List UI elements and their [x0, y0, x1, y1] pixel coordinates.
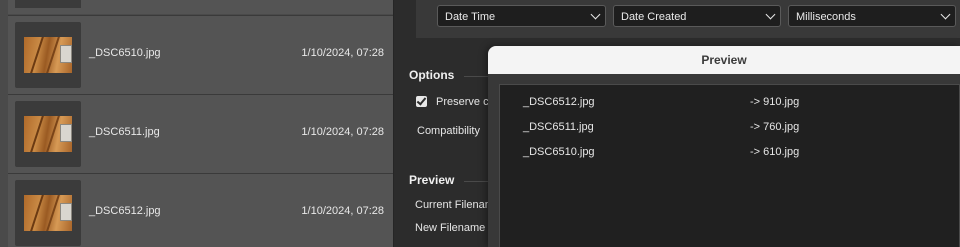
list-item[interactable]: _DSC6510.jpg 1/10/2024, 07:28 — [8, 15, 393, 94]
file-name: _DSC6511.jpg — [89, 126, 160, 138]
preserve-label: Preserve cu — [436, 96, 495, 108]
format-dropdown[interactable]: Date Time — [437, 5, 606, 27]
preview-original-name: _DSC6511.jpg — [523, 121, 594, 133]
chevron-down-icon — [765, 9, 776, 20]
preview-original-name: _DSC6512.jpg — [523, 96, 595, 108]
format-dropdown-value: Date Time — [445, 11, 496, 23]
list-item[interactable] — [8, 0, 393, 14]
file-name: _DSC6512.jpg — [89, 205, 161, 217]
preview-dialog: Preview _DSC6512.jpg -> 910.jpg _DSC6511… — [488, 46, 960, 247]
list-item[interactable]: _DSC6511.jpg 1/10/2024, 07:28 — [8, 94, 393, 173]
chevron-down-icon — [590, 9, 601, 20]
thumbnail — [15, 0, 81, 8]
preview-list: _DSC6512.jpg -> 910.jpg _DSC6511.jpg -> … — [499, 84, 960, 247]
source-dropdown-value: Date Created — [621, 11, 687, 23]
thumbnail — [15, 180, 81, 246]
preview-new-name: -> 910.jpg — [750, 96, 800, 108]
current-filename-label: Current Filenam — [415, 199, 494, 211]
file-date: 1/10/2024, 07:28 — [301, 47, 384, 59]
compatibility-label: Compatibility — [417, 125, 480, 137]
token-row: Date Time Date Created Milliseconds — [416, 0, 960, 38]
chevron-down-icon — [940, 9, 951, 20]
precision-dropdown-value: Milliseconds — [796, 11, 856, 23]
preview-row: _DSC6511.jpg -> 760.jpg — [500, 121, 960, 141]
photo-thumbnail — [24, 116, 72, 152]
options-heading: Options — [409, 68, 455, 82]
preview-heading: Preview — [409, 173, 455, 187]
new-filename-label: New Filename — [415, 222, 486, 234]
source-dropdown[interactable]: Date Created — [613, 5, 781, 27]
preview-row: _DSC6512.jpg -> 910.jpg — [500, 96, 960, 116]
file-date: 1/10/2024, 07:28 — [301, 205, 384, 217]
preview-original-name: _DSC6510.jpg — [523, 146, 595, 158]
file-list: _DSC6510.jpg 1/10/2024, 07:28 _DSC6511.j… — [0, 0, 394, 247]
preview-row: _DSC6510.jpg -> 610.jpg — [500, 146, 960, 166]
file-date: 1/10/2024, 07:28 — [301, 126, 384, 138]
preview-dialog-title: Preview — [488, 46, 960, 74]
preview-new-name: -> 610.jpg — [750, 146, 800, 158]
thumbnail — [15, 101, 81, 167]
photo-thumbnail — [24, 195, 72, 231]
divider — [464, 181, 488, 182]
preview-new-name: -> 760.jpg — [750, 121, 800, 133]
preserve-checkbox[interactable] — [416, 96, 427, 107]
list-item[interactable]: _DSC6512.jpg 1/10/2024, 07:28 — [8, 173, 393, 247]
file-name: _DSC6510.jpg — [89, 47, 161, 59]
thumbnail — [15, 22, 81, 88]
photo-thumbnail — [24, 37, 72, 73]
precision-dropdown[interactable]: Milliseconds — [788, 5, 956, 27]
divider — [464, 76, 488, 77]
